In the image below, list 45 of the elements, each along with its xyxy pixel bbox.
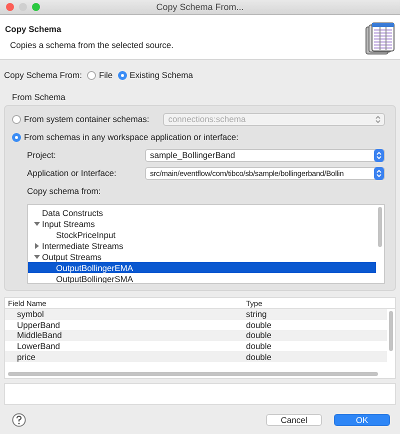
updown-icon: [375, 114, 381, 124]
project-dropdown[interactable]: sample_BollingerBand: [145, 148, 385, 162]
table-cell-text: UpperBand: [16, 320, 62, 330]
help-icon[interactable]: [12, 412, 26, 426]
tree-item[interactable]: OutputBollingerEMA: [28, 262, 376, 273]
radio-option[interactable]: Existing Schema: [118, 70, 193, 80]
dialog-title: Copy Schema: [5, 24, 62, 34]
minimize-button[interactable]: [19, 3, 27, 11]
triangle-down-icon[interactable]: [34, 254, 40, 260]
table-cell: string: [246, 309, 267, 320]
table-cell-text: MiddleBand: [16, 330, 63, 340]
updown-icon: [376, 150, 382, 160]
tree-item[interactable]: StockPriceInput: [28, 229, 376, 240]
radio-option[interactable]: From schemas in any workspace application or interface:: [12, 132, 238, 142]
scrollbar-thumb[interactable]: [378, 207, 382, 247]
table-stack-icon: [365, 22, 395, 56]
dialog-description: Copies a schema from the selected source.: [9, 40, 174, 50]
triangle-down-icon[interactable]: [34, 220, 40, 226]
cancel-button[interactable]: Cancel: [266, 414, 322, 426]
project-label: Project:: [27, 150, 57, 160]
window-title: Copy Schema From...: [156, 2, 244, 12]
table-cell: double: [246, 352, 272, 362]
tree-item[interactable]: Output Streams: [28, 251, 376, 262]
tree-item[interactable]: Data Constructs: [28, 207, 376, 218]
group-title: From Schema: [11, 92, 66, 102]
table-cell-text: LowerBand: [16, 341, 62, 352]
table-cell-text: price: [16, 352, 36, 362]
zoom-button[interactable]: [32, 3, 40, 11]
source-label: Copy Schema From:: [4, 70, 82, 80]
ok-button[interactable]: OK: [334, 414, 390, 426]
tree-item[interactable]: Intermediate Streams: [28, 240, 376, 251]
table-cell: double: [246, 330, 272, 340]
table-cell: double: [246, 341, 272, 352]
table-cell: double: [246, 320, 272, 330]
triangle-right-icon[interactable]: [34, 242, 40, 248]
tree-item[interactable]: OutputBollingerSMA: [28, 273, 376, 283]
radio-option[interactable]: File: [86, 70, 113, 80]
updown-icon: [376, 168, 382, 178]
tree-item[interactable]: Input Streams: [28, 218, 376, 229]
table-cell-text: symbol: [16, 309, 45, 320]
close-button[interactable]: [6, 3, 14, 11]
scrollbar-thumb[interactable]: [8, 372, 378, 376]
tree-label: Copy schema from:: [27, 186, 101, 196]
scrollbar-thumb[interactable]: [389, 311, 393, 351]
application-label: Application or Interface:: [27, 168, 118, 178]
